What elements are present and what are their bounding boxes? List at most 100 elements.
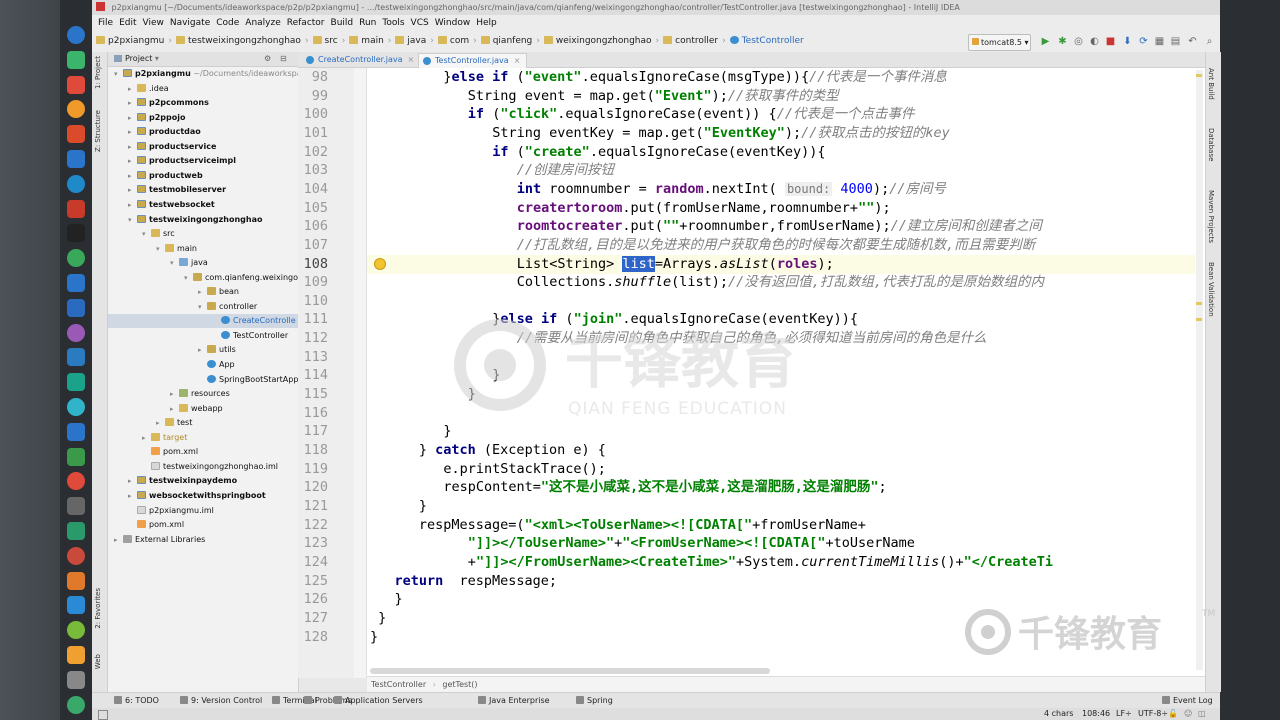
notifications-icon[interactable]: ◫ [1198, 708, 1206, 720]
tool-tab-maven-projects[interactable]: Maven Projects [1207, 190, 1215, 243]
tree-item[interactable]: pom.xml [108, 445, 298, 459]
tree-item[interactable]: ▸ websocketwithspringboot [108, 489, 298, 503]
tree-item[interactable]: ▸ p2pcommons [108, 96, 298, 110]
warning-marker[interactable] [1196, 302, 1202, 305]
code-line[interactable]: if ("create".equalsIgnoreCase(eventKey))… [370, 143, 825, 162]
tree-item[interactable]: ▸ bean [108, 285, 298, 299]
chevron-right-icon[interactable]: ▸ [170, 387, 179, 401]
tree-item[interactable]: ▸ External Libraries [108, 533, 298, 547]
menu-item-view[interactable]: View [143, 18, 164, 28]
tree-item[interactable]: SpringBootStartApp [108, 373, 298, 387]
archive-icon[interactable] [67, 298, 85, 317]
tool-tab-database[interactable]: Database [1207, 128, 1215, 161]
code-line[interactable]: String eventKey = map.get("EventKey");//… [370, 124, 950, 143]
code-line[interactable]: Collections.shuffle(list);//没有返回值,打乱数组,代… [370, 273, 1044, 292]
tool-window-event-log[interactable]: Event Log [1162, 693, 1213, 709]
tree-item[interactable]: App [108, 358, 298, 372]
code-line[interactable]: List<String> list=Arrays.asList(roles); [370, 255, 834, 274]
chevron-down-icon[interactable]: ▾ [155, 54, 159, 63]
chevron-right-icon[interactable]: ▸ [114, 533, 123, 547]
tool-window-spring[interactable]: Spring [576, 693, 613, 709]
mail-icon[interactable] [67, 75, 85, 94]
chart-icon[interactable] [67, 398, 85, 416]
tree-item[interactable]: pom.xml [108, 518, 298, 532]
code-line[interactable]: } [370, 590, 402, 609]
tool-tab-bean-validation[interactable]: Bean Validation [1207, 262, 1215, 317]
tool-tab-web[interactable]: Web [94, 654, 102, 669]
code-line[interactable]: respMessage=("<xml><ToUserName><![CDATA[… [370, 516, 866, 535]
files-icon[interactable] [67, 50, 85, 69]
menu-item-edit[interactable]: Edit [119, 18, 136, 28]
tool-window-java-enterprise[interactable]: Java Enterprise [478, 693, 550, 709]
code-line[interactable]: +"]]></FromUserName><CreateTime>"+System… [370, 553, 1053, 572]
collapse-icon[interactable]: ⊟ [280, 52, 287, 66]
settings-icon[interactable] [67, 150, 85, 168]
code-line[interactable]: "]]></ToUserName>"+"<FromUserName><![CDA… [370, 534, 915, 553]
code-line[interactable]: int roomnumber = random.nextInt( bound: … [370, 180, 946, 199]
breadcrumb-method[interactable]: getTest() [442, 680, 477, 689]
tree-item[interactable]: ▸ productdao [108, 125, 298, 139]
inspector-icon[interactable]: ☺ [1184, 708, 1192, 720]
menu-item-vcs[interactable]: VCS [411, 18, 429, 28]
editor-tab-testcontroller[interactable]: TestController.java × [418, 53, 528, 68]
menu-item-window[interactable]: Window [435, 18, 471, 28]
caret-position[interactable]: 108:46 [1082, 708, 1110, 720]
docs-icon[interactable] [67, 274, 85, 292]
project-structure-icon[interactable]: ▦ [1154, 36, 1165, 47]
code-line[interactable]: return respMessage; [370, 572, 557, 591]
terminal-icon[interactable] [67, 497, 85, 516]
tree-item[interactable]: ▾ main [108, 242, 298, 256]
coverage-icon[interactable]: ◎ [1073, 36, 1084, 47]
gear-icon[interactable]: ⚙ [264, 52, 271, 66]
chevron-down-icon[interactable]: ▾ [184, 271, 193, 285]
chevron-right-icon[interactable]: ▸ [128, 489, 137, 503]
code-line[interactable]: roomtocreater.put(""+roomnumber,fromUser… [370, 217, 1042, 236]
code-line[interactable]: } [370, 609, 386, 628]
chevron-right-icon[interactable]: ▸ [156, 416, 165, 430]
status-toggle-icon[interactable] [98, 710, 108, 720]
code-line[interactable]: } [370, 628, 378, 647]
chevron-right-icon[interactable]: ▸ [128, 82, 137, 96]
chevron-down-icon[interactable]: ▾ [156, 242, 165, 256]
tree-item[interactable]: ▾ src [108, 227, 298, 241]
chevron-right-icon[interactable]: ▸ [198, 285, 207, 299]
build-icon[interactable]: ⬇ [1122, 36, 1133, 47]
firefox-icon[interactable] [67, 646, 85, 664]
tree-item[interactable]: ▸ testmobileserver [108, 183, 298, 197]
tree-item[interactable]: ▸ productweb [108, 169, 298, 183]
code-line[interactable]: } [370, 497, 427, 516]
breadcrumb-item[interactable]: TestController [729, 31, 804, 52]
tool-window-9-version-control[interactable]: 9: Version Control [180, 693, 262, 709]
game-icon[interactable] [67, 199, 85, 218]
chevron-down-icon[interactable]: ▾ [142, 227, 151, 241]
close-icon[interactable]: × [408, 55, 415, 64]
code-line[interactable]: } [370, 385, 476, 404]
menu-item-file[interactable]: File [98, 18, 113, 28]
chevron-right-icon[interactable]: ▸ [170, 402, 179, 416]
tree-item[interactable]: ▸ p2ppojo [108, 111, 298, 125]
vertical-scrollbar[interactable] [1196, 70, 1203, 670]
stop-icon[interactable]: ■ [1105, 36, 1116, 47]
tree-item[interactable]: ▾ testweixingongzhonghao [108, 213, 298, 227]
chevron-right-icon[interactable]: ▸ [128, 96, 137, 110]
text-icon[interactable] [67, 522, 85, 540]
os-icon[interactable] [67, 670, 85, 689]
tree-item[interactable]: ▾ java [108, 256, 298, 270]
chevron-down-icon[interactable]: ▾ [170, 256, 179, 270]
tree-item[interactable]: ▾ controller [108, 300, 298, 314]
jetbrains-icon[interactable] [67, 224, 85, 243]
run-configuration-select[interactable]: tomcat8.5 ▾ [968, 34, 1031, 51]
tree-item[interactable]: ▸ testwebsocket [108, 198, 298, 212]
lightbulb-icon[interactable] [374, 258, 386, 270]
browser-icon[interactable] [67, 174, 85, 193]
menu-item-build[interactable]: Build [331, 18, 354, 28]
menu-item-refactor[interactable]: Refactor [287, 18, 325, 28]
tree-item[interactable]: ▸ testweixinpaydemo [108, 474, 298, 488]
code-line[interactable]: e.printStackTrace(); [370, 460, 606, 479]
tree-item[interactable]: ▸ productserviceimpl [108, 154, 298, 168]
android-icon[interactable] [67, 447, 85, 466]
tool-window-6-todo[interactable]: 6: TODO [114, 693, 159, 709]
trash-icon[interactable] [67, 695, 85, 714]
code-line[interactable]: }else if ("join".equalsIgnoreCase(eventK… [370, 310, 858, 329]
code-line[interactable]: creatertoroom.put(fromUserName,roomnumbe… [370, 199, 891, 218]
